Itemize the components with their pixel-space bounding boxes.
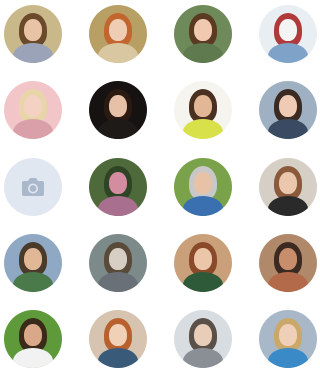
avatar-body — [13, 272, 53, 292]
avatar-body — [183, 196, 223, 216]
avatar-photo[interactable] — [89, 310, 147, 368]
avatar-face — [279, 95, 297, 117]
avatar-photo[interactable] — [4, 5, 62, 63]
avatar-face — [24, 324, 42, 346]
avatar-photo[interactable] — [174, 81, 232, 139]
avatar-face — [109, 95, 127, 117]
avatar-photo[interactable] — [4, 81, 62, 139]
avatar-photo[interactable] — [259, 5, 317, 63]
avatar-body — [13, 348, 53, 368]
avatar-photo[interactable] — [259, 158, 317, 216]
avatar-body — [13, 43, 53, 63]
avatar-photo[interactable] — [174, 158, 232, 216]
avatar-face — [194, 324, 212, 346]
avatar-body — [183, 348, 223, 368]
avatar-photo[interactable] — [259, 234, 317, 292]
avatar-placeholder[interactable] — [4, 158, 62, 216]
avatar-body — [183, 272, 223, 292]
avatar-photo[interactable] — [259, 310, 317, 368]
avatar-body — [98, 43, 138, 63]
avatar-photo[interactable] — [4, 310, 62, 368]
avatar-photo[interactable] — [89, 234, 147, 292]
avatar-body — [268, 348, 308, 368]
avatar-face — [194, 95, 212, 117]
avatar-face — [194, 248, 212, 270]
avatar-body — [268, 43, 308, 63]
avatar-face — [109, 19, 127, 41]
page — [0, 0, 317, 369]
avatar-body — [183, 119, 223, 139]
avatar-photo[interactable] — [89, 5, 147, 63]
avatar-photo[interactable] — [174, 310, 232, 368]
avatar-body — [268, 196, 308, 216]
avatar-face — [24, 248, 42, 270]
avatar-face — [109, 248, 127, 270]
avatar-face — [109, 324, 127, 346]
camera-icon — [22, 178, 44, 196]
avatar-body — [183, 43, 223, 63]
avatar-face — [194, 19, 212, 41]
avatar-body — [268, 272, 308, 292]
avatar-face — [279, 172, 297, 194]
avatar-face — [24, 95, 42, 117]
avatar-photo[interactable] — [89, 158, 147, 216]
avatar-grid — [0, 0, 317, 369]
avatar-face — [194, 172, 212, 194]
avatar-body — [98, 272, 138, 292]
avatar-body — [268, 119, 308, 139]
avatar-body — [13, 119, 53, 139]
avatar-face — [109, 172, 127, 194]
avatar-body — [98, 348, 138, 368]
avatar-body — [98, 119, 138, 139]
avatar-photo[interactable] — [174, 234, 232, 292]
avatar-face — [279, 248, 297, 270]
avatar-photo[interactable] — [259, 81, 317, 139]
avatar-photo[interactable] — [89, 81, 147, 139]
avatar-photo[interactable] — [4, 234, 62, 292]
avatar-face — [279, 324, 297, 346]
avatar-body — [98, 196, 138, 216]
avatar-face — [279, 19, 297, 41]
avatar-face — [24, 19, 42, 41]
avatar-photo[interactable] — [174, 5, 232, 63]
